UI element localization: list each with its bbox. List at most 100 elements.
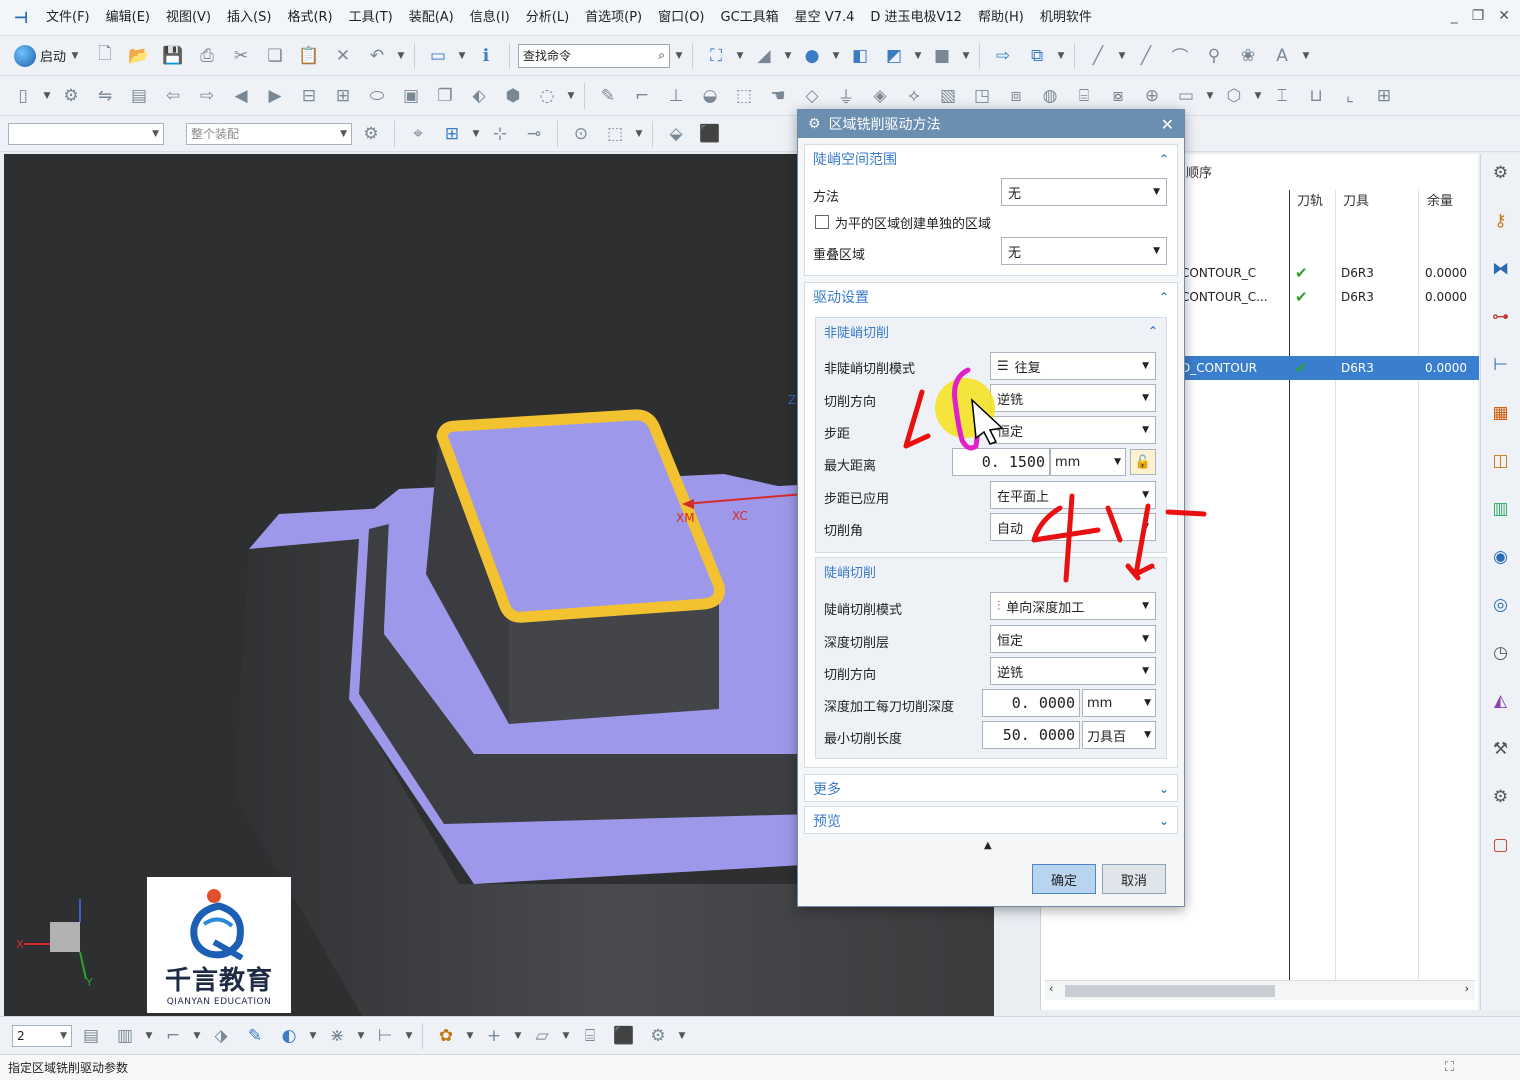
more-section[interactable]: 更多 ⌄ — [804, 774, 1178, 802]
delete-icon[interactable]: ✕ — [328, 42, 358, 70]
table-row[interactable]: CONTOUR_C... ✔ D6R3 0.0000 — [1181, 285, 1479, 309]
step-back-icon[interactable]: ◀ — [226, 82, 256, 110]
manual-icon[interactable]: ▢ — [1488, 832, 1514, 858]
subsection-header[interactable]: 陡峭切削 ⌃ — [816, 558, 1166, 584]
system-materials-icon[interactable]: ◭ — [1488, 688, 1514, 714]
grid-plane-icon[interactable]: ◇ — [797, 82, 827, 110]
chevron-down-icon[interactable]: ▼ — [831, 51, 841, 61]
export-icon[interactable]: ⊞ — [328, 82, 358, 110]
chevron-up-icon[interactable]: ⌃ — [1159, 152, 1169, 166]
fullscreen-icon[interactable]: ⛶ — [1445, 1060, 1454, 1075]
copy-icon[interactable]: ❏ — [260, 42, 290, 70]
text-icon[interactable]: A — [1267, 42, 1297, 70]
scrollbar-thumb[interactable] — [1065, 985, 1275, 997]
chevron-down-icon[interactable]: ▼ — [674, 51, 684, 61]
channel-icon[interactable]: ⊔ — [1301, 82, 1331, 110]
arc-icon[interactable]: ⌒ — [1165, 42, 1195, 70]
section-header[interactable]: 陡峭空间范围 ⌃ — [805, 145, 1177, 173]
history-icon[interactable]: ◎ — [1488, 592, 1514, 618]
web-browser-icon[interactable]: ◉ — [1488, 544, 1514, 570]
overlap-select[interactable]: 无 ▼ — [1001, 237, 1167, 265]
machine-tool-icon[interactable]: ▦ — [1488, 400, 1514, 426]
operation-navigator-icon[interactable]: ⊢ — [1488, 352, 1514, 378]
ruler-icon[interactable]: ⊢ — [370, 1022, 400, 1050]
chevron-down-icon[interactable]: ▼ — [457, 51, 467, 61]
chevron-down-icon[interactable]: ▼ — [356, 1031, 366, 1041]
part-navigator-icon[interactable]: ⊶ — [1488, 304, 1514, 330]
cut-icon[interactable]: ✂ — [226, 42, 256, 70]
horizontal-scrollbar[interactable]: ‹ › — [1045, 980, 1475, 1000]
layer-settings-icon[interactable]: ▤ — [76, 1022, 106, 1050]
collapse-arrow-icon[interactable]: ▲ — [984, 840, 992, 851]
undo-icon[interactable]: ↶ — [362, 42, 392, 70]
symbol-icon[interactable]: ❀ — [1233, 42, 1263, 70]
chevron-down-icon[interactable]: ▼ — [961, 51, 971, 61]
chevron-up-icon[interactable]: ⌃ — [1148, 564, 1158, 578]
step-forward-icon[interactable]: ▶ — [260, 82, 290, 110]
menu-electrode[interactable]: D 进玉电极V12 — [862, 0, 970, 36]
chevron-down-icon[interactable]: ▼ — [735, 51, 745, 61]
chevron-down-icon[interactable]: ▼ — [1301, 51, 1311, 61]
analysis-icon[interactable]: ⚲ — [1199, 42, 1229, 70]
line-2-icon[interactable]: ╱ — [1131, 42, 1161, 70]
assembly-filter-select[interactable]: 整个装配 ▼ — [186, 122, 352, 145]
menu-gc-toolbox[interactable]: GC工具箱 — [713, 0, 787, 36]
reuse-library-icon[interactable]: ◫ — [1488, 448, 1514, 474]
section-view-icon[interactable]: ⧉ — [1022, 42, 1052, 70]
shaded-view-icon[interactable]: ◢ — [749, 42, 779, 70]
table-icon[interactable]: ▤ — [124, 82, 154, 110]
depth-levels-select[interactable]: 恒定 ▼ — [990, 625, 1156, 653]
menu-file[interactable]: 文件(F) — [38, 0, 98, 36]
menu-preferences[interactable]: 首选项(P) — [577, 0, 650, 36]
chevron-up-icon[interactable]: ⌃ — [1159, 290, 1169, 304]
min-cut-length-unit-select[interactable]: 刀具百 ▼ — [1082, 721, 1156, 749]
dialog-title-bar[interactable]: ⚙ 区域铣削驱动方法 ✕ — [798, 110, 1184, 138]
work-layer-select[interactable]: 2 ▼ — [12, 1024, 72, 1047]
preview-section[interactable]: 预览 ⌄ — [804, 806, 1178, 834]
snap-point-icon[interactable]: ⌖ — [403, 120, 433, 148]
chevron-down-icon[interactable]: ▼ — [471, 129, 481, 139]
thread-icon[interactable]: ⧈ — [1001, 82, 1031, 110]
start-button[interactable]: 启动 ▼ — [8, 44, 86, 67]
chevron-down-icon[interactable]: ⌄ — [1159, 814, 1169, 828]
menu-tools[interactable]: 工具(T) — [341, 0, 401, 36]
snap-center-icon[interactable]: ⊙ — [566, 120, 596, 148]
snap-lines-icon[interactable]: ⋇ — [322, 1022, 352, 1050]
separate-regions-checkbox[interactable] — [815, 215, 829, 229]
steep-direction-select[interactable]: 逆铣 ▼ — [990, 657, 1156, 685]
cubes-icon[interactable]: ⬢ — [498, 82, 528, 110]
section-header[interactable]: 更多 ⌄ — [805, 775, 1177, 803]
restore-icon[interactable]: ❐ — [1472, 8, 1485, 24]
scroll-left-icon[interactable]: ‹ — [1049, 982, 1053, 995]
non-steep-direction-select[interactable]: 逆铣 ▼ — [990, 384, 1156, 412]
depth-per-cut-unit-select[interactable]: mm ▼ — [1082, 689, 1156, 717]
move-object-icon[interactable]: ⬗ — [206, 1022, 236, 1050]
measure-icon[interactable]: ⌶ — [1267, 82, 1297, 110]
selection-icon[interactable]: ▭ — [423, 42, 453, 70]
non-steep-pattern-select[interactable]: ☰ 往复 ▼ — [990, 352, 1156, 380]
section-header[interactable]: 预览 ⌄ — [805, 807, 1177, 835]
constraint-navigator-icon[interactable]: ⧓ — [1488, 256, 1514, 282]
chevron-down-icon[interactable]: ▼ — [42, 91, 52, 101]
paste-icon[interactable]: 📋 — [294, 42, 324, 70]
chevron-down-icon[interactable]: ▼ — [783, 51, 793, 61]
pad-icon[interactable]: ⊕ — [1137, 82, 1167, 110]
method-select[interactable]: 无 ▼ — [1001, 178, 1167, 206]
palette-icon[interactable]: ▥ — [1488, 496, 1514, 522]
draft-icon[interactable]: ◳ — [967, 82, 997, 110]
plane-icon[interactable]: ⏥ — [527, 1022, 557, 1050]
paint-icon[interactable]: ✿ — [431, 1022, 461, 1050]
ok-button[interactable]: 确定 — [1032, 864, 1096, 894]
lock-icon[interactable]: 🔓 — [1130, 449, 1156, 475]
max-distance-input[interactable]: 0. 1500 — [952, 448, 1050, 476]
drape-icon[interactable]: ⏚ — [831, 82, 861, 110]
settings-gear-icon[interactable]: ⚙ — [1488, 160, 1514, 186]
rectangle-icon[interactable]: ▭ — [1171, 82, 1201, 110]
datum-icon[interactable]: ⊞ — [1369, 82, 1399, 110]
depth-per-cut-input[interactable]: 0. 0000 — [982, 689, 1080, 717]
import-icon[interactable]: ⊟ — [294, 82, 324, 110]
cancel-button[interactable]: 取消 — [1102, 864, 1166, 894]
surface-icon[interactable]: ◌ — [532, 82, 562, 110]
menu-help[interactable]: 帮助(H) — [970, 0, 1032, 36]
chevron-down-icon[interactable]: ▼ — [913, 51, 923, 61]
